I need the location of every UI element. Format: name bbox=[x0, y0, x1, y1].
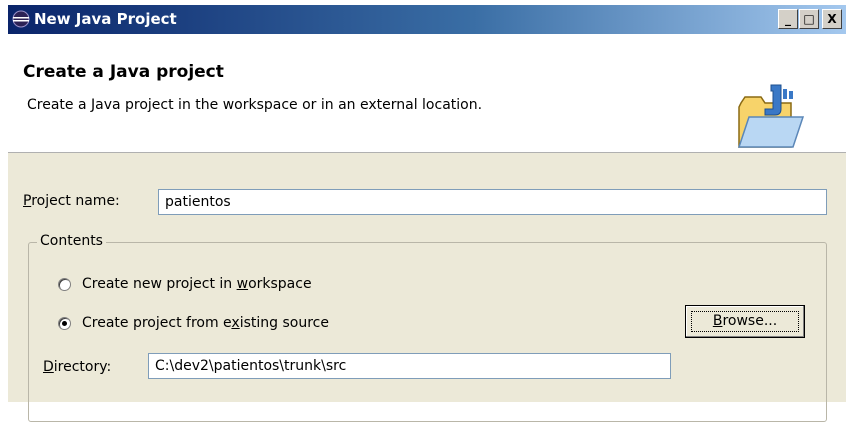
close-button[interactable]: X bbox=[822, 9, 842, 29]
radio-button-unchecked[interactable] bbox=[58, 278, 71, 291]
wizard-header: Create a Java project Create a Java proj… bbox=[8, 34, 846, 153]
radio-existing-source-label: Create project from existing source bbox=[82, 315, 329, 331]
radio-button-checked[interactable] bbox=[58, 317, 71, 330]
maximize-button[interactable]: □ bbox=[799, 9, 819, 29]
eclipse-icon bbox=[12, 10, 30, 28]
title-bar[interactable]: New Java Project _ □ X bbox=[8, 5, 846, 34]
wizard-body: Project name: patientos Contents Create … bbox=[8, 153, 846, 422]
desktop-edge bbox=[0, 0, 8, 402]
page-description: Create a Java project in the workspace o… bbox=[27, 97, 483, 113]
radio-new-project-label: Create new project in workspace bbox=[82, 276, 312, 292]
directory-label: Directory: bbox=[43, 359, 112, 375]
directory-input[interactable]: C:\dev2\patientos\trunk\src bbox=[148, 353, 671, 379]
window-title: New Java Project bbox=[34, 10, 177, 28]
page-title: Create a Java project bbox=[23, 62, 224, 82]
contents-group-title: Contents bbox=[37, 233, 106, 249]
project-name-input[interactable]: patientos bbox=[158, 189, 827, 215]
new-java-project-dialog: New Java Project _ □ X Create a Java pro… bbox=[8, 0, 846, 422]
browse-button[interactable]: Browse... bbox=[685, 305, 805, 338]
project-name-label: Project name: bbox=[23, 193, 120, 209]
java-project-folder-icon bbox=[737, 84, 805, 148]
minimize-button[interactable]: _ bbox=[778, 9, 798, 29]
